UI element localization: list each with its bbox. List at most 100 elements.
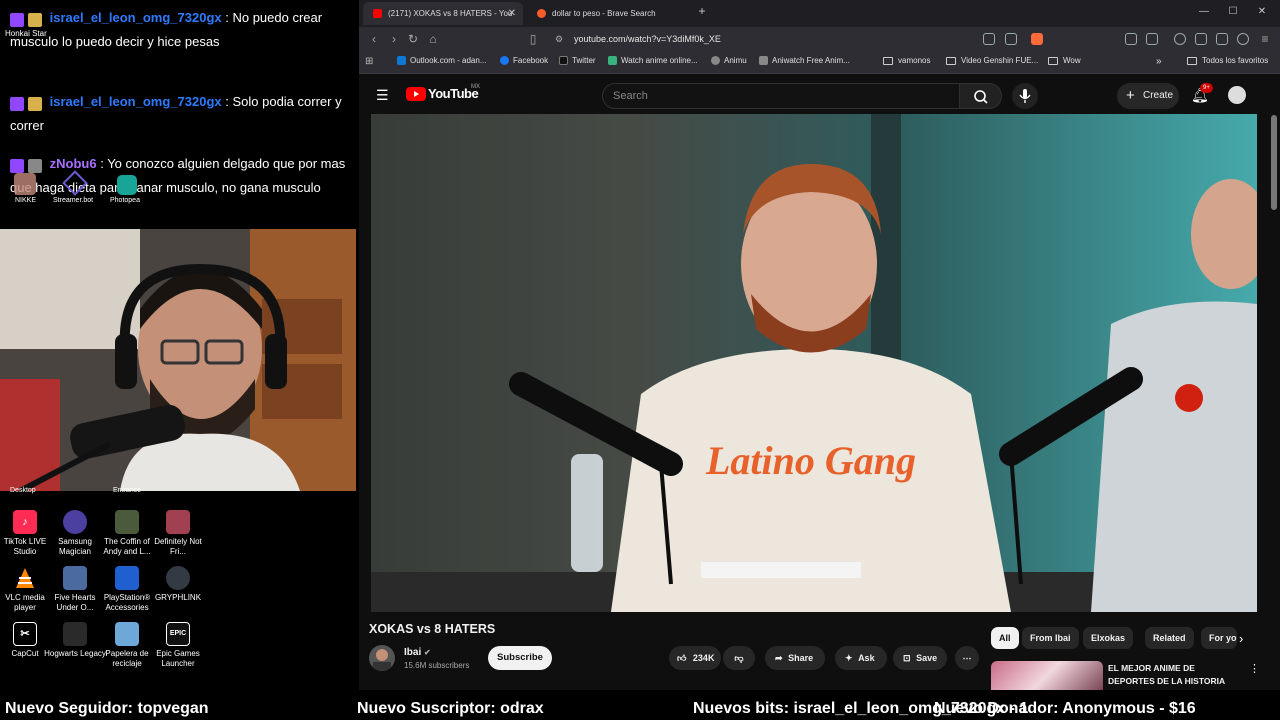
voice-search-button[interactable] bbox=[1012, 83, 1038, 109]
photopea-icon[interactable] bbox=[117, 175, 137, 195]
more-bookmarks-icon[interactable]: » bbox=[1156, 56, 1162, 67]
ticker-new-subscriber: Nuevo Suscriptor: odrax bbox=[357, 700, 544, 717]
bookmark-twitter[interactable]: Twitter bbox=[559, 56, 596, 65]
desktop-icon-epic-games[interactable]: EPIC Epic Games Launcher bbox=[147, 622, 209, 669]
vpn-icon[interactable] bbox=[1237, 33, 1249, 45]
cast-icon[interactable] bbox=[983, 33, 995, 45]
subscriber-count: 15.6M subscribers bbox=[404, 661, 470, 670]
create-button[interactable]: + Create bbox=[1117, 83, 1179, 109]
bookmark-label: Twitter bbox=[572, 56, 596, 65]
menu-icon[interactable]: ≡ bbox=[1258, 32, 1272, 46]
reload-icon[interactable]: ↻ bbox=[406, 32, 420, 46]
screen: israel_el_leon_omg_7320gx : No puedo cre… bbox=[0, 0, 1280, 720]
apps-icon[interactable]: ⊞ bbox=[365, 56, 373, 67]
tiktok-icon: ♪ bbox=[13, 510, 37, 534]
recycle-bin-icon bbox=[115, 622, 139, 646]
ask-label: Ask bbox=[858, 653, 875, 663]
browser-window: (2171) XOKAS vs 8 HATERS - You ✕ dollar … bbox=[359, 0, 1280, 690]
wallet-icon[interactable] bbox=[1195, 33, 1207, 45]
share-page-icon[interactable] bbox=[1005, 33, 1017, 45]
desktop-label: Honkai Star bbox=[5, 29, 47, 38]
ticker-new-follower: Nuevo Seguidor: topvegan bbox=[5, 700, 209, 717]
home-icon[interactable]: ⌂ bbox=[426, 32, 440, 46]
save-label: Save bbox=[916, 653, 938, 663]
svg-text:Latino Gang: Latino Gang bbox=[705, 438, 916, 483]
chip-related[interactable]: Related bbox=[1145, 627, 1194, 649]
hamburger-menu-icon[interactable]: ☰ bbox=[376, 87, 389, 104]
share-button[interactable]: ➦ Share bbox=[765, 646, 825, 670]
minimize-icon[interactable]: — bbox=[1194, 6, 1214, 17]
anime-icon bbox=[608, 56, 617, 65]
scrollbar-thumb[interactable] bbox=[1271, 115, 1277, 210]
desktop-icon-gryphlink[interactable]: GRYPHLINK bbox=[147, 566, 209, 603]
bookmark-folder-vamonos[interactable]: vamonos bbox=[883, 56, 930, 65]
forward-icon[interactable]: › bbox=[387, 32, 401, 46]
more-actions-button[interactable]: ⋯ bbox=[955, 646, 979, 670]
ask-button[interactable]: ✦ Ask bbox=[835, 646, 887, 670]
youtube-logo-icon[interactable] bbox=[406, 87, 426, 101]
recommended-video-title[interactable]: EL MEJOR ANIME DE DEPORTES DE LA HISTORI… bbox=[1108, 662, 1238, 688]
tab-youtube[interactable]: (2171) XOKAS vs 8 HATERS - You ✕ bbox=[363, 2, 523, 25]
bookmark-icon[interactable]: ▯ bbox=[526, 32, 540, 46]
tab-bar: (2171) XOKAS vs 8 HATERS - You ✕ dollar … bbox=[359, 0, 1280, 27]
folder-icon bbox=[1048, 56, 1058, 65]
bookmark-outlook[interactable]: Outlook.com - adan... bbox=[397, 56, 486, 65]
leo-ai-icon[interactable] bbox=[1216, 33, 1228, 45]
chip-for-you[interactable]: For yo bbox=[1201, 627, 1237, 649]
sidebar-icon[interactable] bbox=[1146, 33, 1158, 45]
subscribe-button[interactable]: Subscribe bbox=[488, 646, 552, 670]
dislike-button[interactable]: 👎︎ bbox=[723, 646, 755, 670]
plus-icon: + bbox=[1126, 87, 1135, 104]
account-avatar[interactable] bbox=[1228, 86, 1246, 104]
search-input[interactable]: Search bbox=[602, 83, 960, 109]
new-tab-icon[interactable]: + bbox=[692, 4, 712, 18]
maximize-icon[interactable]: ☐ bbox=[1223, 6, 1243, 17]
recommended-video-thumbnail[interactable] bbox=[991, 661, 1103, 690]
share-label: Share bbox=[788, 653, 814, 663]
chat-badges bbox=[10, 91, 46, 114]
bookmark-facebook[interactable]: Facebook bbox=[500, 56, 548, 65]
like-count: 234K bbox=[692, 653, 715, 663]
webcam-feed bbox=[0, 229, 356, 491]
extensions-icon[interactable] bbox=[1125, 33, 1137, 45]
all-bookmarks-folder[interactable]: Todos los favoritos bbox=[1187, 56, 1268, 65]
close-window-icon[interactable]: ✕ bbox=[1252, 6, 1272, 17]
channel-avatar[interactable] bbox=[369, 645, 395, 671]
bookmark-animu[interactable]: Animu bbox=[711, 56, 747, 65]
bookmark-label: Video Genshin FUE... bbox=[961, 56, 1039, 65]
bookmark-label: Animu bbox=[724, 56, 747, 65]
video-title: XOKAS vs 8 HATERS bbox=[369, 622, 496, 636]
twitch-badge-icon bbox=[10, 96, 24, 111]
video-player[interactable]: Latino Gang bbox=[371, 114, 1257, 612]
save-button[interactable]: ⊡ Save bbox=[893, 646, 947, 670]
channel-name[interactable]: Ibai ✔ bbox=[404, 647, 431, 658]
bookmark-label: Aniwatch Free Anim... bbox=[772, 56, 850, 65]
desktop-icon-label: Epic Games Launcher bbox=[156, 649, 200, 668]
chip-all[interactable]: All bbox=[991, 627, 1019, 649]
thumbs-down-icon: 👎︎ bbox=[734, 653, 744, 663]
twitch-badge-icon bbox=[10, 158, 24, 173]
desktop-icon-definitely-not-fried[interactable]: Definitely Not Fri... bbox=[147, 510, 209, 557]
site-info-icon[interactable]: ⚙ bbox=[555, 30, 563, 49]
brave-search-icon bbox=[537, 9, 546, 18]
search-button[interactable] bbox=[959, 83, 1002, 109]
back-icon[interactable]: ‹ bbox=[367, 32, 381, 46]
microphone-icon bbox=[1019, 89, 1031, 103]
chip-elxokas[interactable]: Elxokas bbox=[1083, 627, 1134, 649]
desktop-label: Streamer.bot bbox=[53, 197, 94, 204]
bookmark-folder-genshin[interactable]: Video Genshin FUE... bbox=[946, 56, 1038, 65]
bookmark-watch-anime[interactable]: Watch anime online... bbox=[608, 56, 698, 65]
bookmark-aniwatch[interactable]: Aniwatch Free Anim... bbox=[759, 56, 850, 65]
address-bar[interactable]: ⚙ youtube.com/watch?v=Y3diMf0k_XE bbox=[545, 30, 1045, 49]
like-button[interactable]: 👍︎ 234K bbox=[669, 646, 721, 670]
tab-brave-search[interactable]: dollar to peso - Brave Search bbox=[527, 2, 687, 25]
bookmark-folder-wow[interactable]: Wow bbox=[1048, 56, 1081, 65]
tab-title: dollar to peso - Brave Search bbox=[552, 9, 656, 18]
chevron-right-icon[interactable]: › bbox=[1239, 631, 1243, 646]
nikke-icon[interactable] bbox=[14, 173, 36, 195]
brave-shields-icon[interactable] bbox=[1031, 33, 1043, 45]
chip-from-ibai[interactable]: From Ibai bbox=[1022, 627, 1079, 649]
music-icon[interactable] bbox=[1174, 33, 1186, 45]
more-vertical-icon[interactable]: ⋮ bbox=[1249, 662, 1260, 675]
close-tab-icon[interactable]: ✕ bbox=[508, 8, 516, 19]
